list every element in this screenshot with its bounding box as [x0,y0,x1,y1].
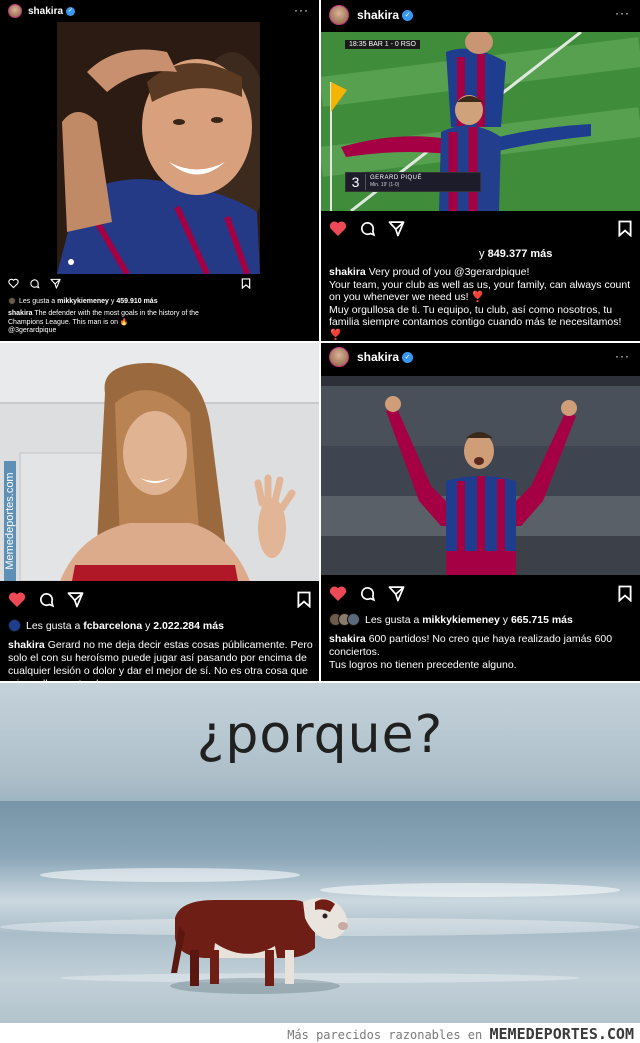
bookmark-icon[interactable] [241,278,251,289]
credit-site[interactable]: MEMEDEPORTES.COM [490,1025,635,1043]
username[interactable]: shakira [357,8,399,22]
likes-conj: y [145,619,151,632]
comment-icon[interactable] [359,220,376,237]
liker-avatar [8,297,16,305]
likes-conj: y [479,248,485,260]
caption-username[interactable]: shakira [329,266,366,278]
heart-icon[interactable] [8,278,19,289]
player-number: 3 [346,174,366,190]
likes-prefix: Les gusta a [26,619,81,632]
wave [320,883,620,897]
post-2: shakira ✓ ··· 18:35 BAR 1 - 0 RSO 3 GERA… [321,0,640,341]
likes-prefix: Les gusta a [365,613,420,626]
caption-line-1: Very proud of you @3gerardpique! [368,266,530,278]
likes-count[interactable]: 849.377 más [488,248,553,260]
post-1: shakira ✓ ··· Les gusta a mikkykiemeney [0,0,319,341]
likes-prefix: Les gusta a [19,297,56,305]
caption-username[interactable]: shakira [8,310,33,317]
caption-username[interactable]: shakira [329,633,366,645]
comment-icon[interactable] [29,278,40,289]
post-photo[interactable]: 18:35 BAR 1 - 0 RSO 3 GERARD PIQUÉ Min. … [321,32,640,211]
avatar[interactable] [329,347,349,367]
verified-icon: ✓ [402,9,414,21]
caption: shakira 600 partidos! No creo que haya r… [329,633,634,672]
avatar[interactable] [329,5,349,25]
more-icon[interactable]: ··· [294,3,309,17]
avatar[interactable] [8,4,22,18]
verified-icon: ✓ [402,351,414,363]
watermark: Memedeportes.com [2,461,16,583]
caption: shakira Very proud of you @3gerardpique!… [329,266,634,341]
more-icon[interactable]: ··· [615,349,630,363]
more-icon[interactable]: ··· [615,6,630,20]
caption-username[interactable]: shakira [8,639,45,651]
share-icon[interactable] [388,220,405,237]
action-bar [8,278,311,289]
likes-user[interactable]: mikkykiemeney [422,614,500,626]
likes-row: Les gusta a mikkykiemeney y 665.715 más [329,613,634,626]
caption-text: The defender with the most goals in the … [8,310,199,326]
watermark-text: Memedeportes.com [4,461,16,581]
player-minute: Min. 19' (1-0) [370,182,400,188]
likes-conj: y [110,297,115,305]
caption-line-2: Your team, your club as well as us, your… [329,278,631,304]
bookmark-icon[interactable] [618,585,632,602]
post-header: shakira ✓ ··· [321,0,640,30]
action-bar [8,591,311,608]
heart-icon[interactable] [329,585,347,602]
likes-conj: y [502,613,509,626]
shakira-selfie-image [0,343,319,581]
bookmark-icon[interactable] [297,591,311,608]
caption-line-1: 600 partidos! No creo que haya realizado… [329,633,613,658]
caption-mention[interactable]: @3gerardpique [8,327,56,334]
verified-icon: ✓ [66,6,76,16]
liker-avatar [347,613,360,626]
player-graphic: 3 GERARD PIQUÉ Min. 19' (1-0) [345,172,481,192]
post-header: shakira ✓ ··· [321,343,640,371]
username[interactable]: shakira [28,6,63,17]
caption-line-3: Muy orgullosa de ti. Tu equipo, tu club,… [329,303,622,341]
credit-text: Más parecidos razonables en [287,1028,483,1042]
likes-row: y 849.377 más [329,248,634,260]
likes-user[interactable]: mikkykiemeney [57,298,109,305]
likes-row: Les gusta a mikkykiemeney y 459.910 más [8,297,313,305]
caption-line-2: Tus logros no tienen precedente alguno. [329,659,517,671]
score-bug: 18:35 BAR 1 - 0 RSO [345,40,420,49]
credit-bar: Más parecidos razonables en MEMEDEPORTES… [0,1023,640,1043]
post-photo[interactable] [0,343,319,581]
liker-avatar [8,619,21,632]
caption-text: Gerard no me deja decir estas cosas públ… [8,639,313,681]
pique-cheering-image [321,376,640,575]
porque-meme: ¿porque? [0,683,640,1023]
likes-count[interactable]: 459.910 más [116,298,157,305]
likes-row: Les gusta a fcbarcelona y 2.022.284 más [8,619,313,632]
likes-user[interactable]: fcbarcelona [83,620,142,632]
share-icon[interactable] [388,585,405,602]
meme-title: ¿porque? [196,705,444,765]
username[interactable]: shakira [357,350,399,364]
action-bar [329,220,632,237]
player-name: GERARD PIQUÉ [370,175,423,181]
caption: shakira The defender with the most goals… [8,310,208,336]
comment-icon[interactable] [359,585,376,602]
likes-count[interactable]: 665.715 más [511,614,573,626]
post-4: shakira ✓ ··· Les gusta a mikkykiemeney … [321,343,640,681]
share-icon[interactable] [67,591,84,608]
post-photo[interactable] [57,22,260,274]
post-header: shakira ✓ ··· [0,0,319,22]
comment-icon[interactable] [38,591,55,608]
action-bar [329,585,632,602]
heart-icon[interactable] [329,220,347,237]
bookmark-icon[interactable] [618,220,632,237]
share-icon[interactable] [50,278,61,289]
score-text: 18:35 BAR 1 - 0 RSO [349,41,416,48]
cow-image [170,897,348,994]
wave [40,868,300,882]
post-photo[interactable] [321,376,640,575]
likes-count[interactable]: 2.022.284 más [153,620,224,632]
pique-celebrating-image [57,22,260,274]
post-3: Memedeportes.com Les gusta a fcbarcelona… [0,343,319,681]
heart-icon[interactable] [8,591,26,608]
caption: shakira Gerard no me deja decir estas co… [8,639,313,681]
